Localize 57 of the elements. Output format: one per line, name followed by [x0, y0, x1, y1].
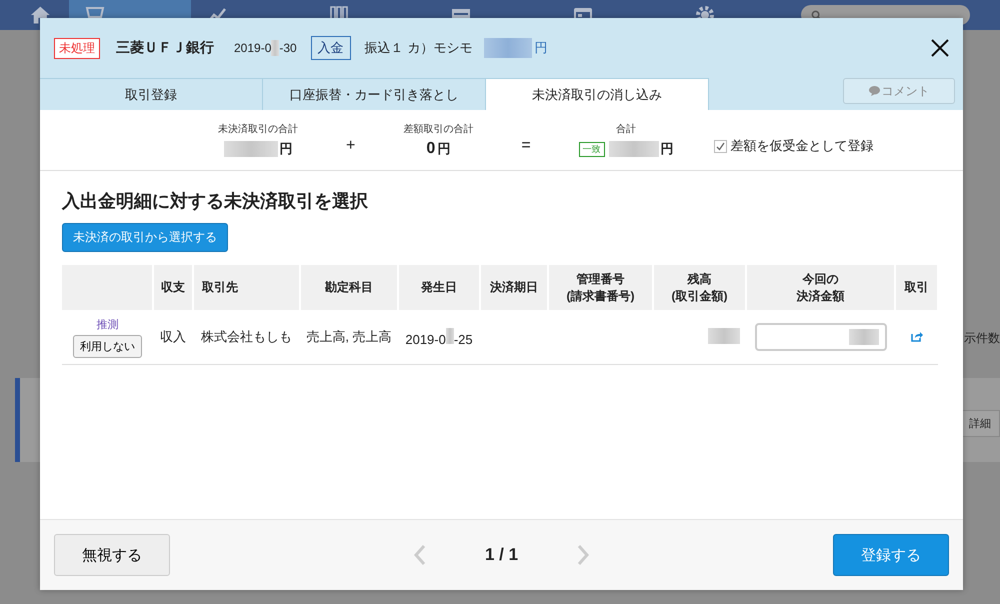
difference-value: 0 — [426, 140, 436, 158]
column-header: 取引 — [904, 279, 930, 296]
column-header: 発生日 — [420, 279, 458, 296]
date-text: -25 — [454, 332, 473, 346]
section-title: 入出金明細に対する未決済取引を選択 — [62, 190, 369, 213]
match-badge: 一致 — [578, 142, 605, 156]
dialog-tab[interactable]: 取引登録 — [40, 78, 263, 110]
dialog-tab[interactable]: 口座振替・カード引き落とし — [263, 78, 486, 110]
speech-bubble-icon — [868, 86, 880, 96]
direction-badge: 入金 — [310, 36, 351, 60]
column-header: 今回の — [802, 270, 840, 288]
date-text: -30 — [279, 41, 297, 55]
bank-name: 三菱ＵＦＪ銀行 — [116, 39, 214, 57]
dialog-tab[interactable]: 未決済取引の消し込み — [486, 78, 709, 110]
date-text: 2019-0 — [405, 332, 446, 346]
close-button[interactable] — [931, 39, 949, 57]
amount-input[interactable] — [754, 323, 886, 351]
summary-label: 差額取引の合計 — [403, 122, 474, 136]
column-header: 決済期日 — [489, 279, 539, 296]
blurred-value — [484, 38, 532, 58]
table-cell: 株式会社もしも — [193, 310, 300, 364]
blurred-value — [271, 40, 280, 56]
column-header: 決済金額 — [796, 288, 846, 304]
column-header: 収支 — [160, 279, 186, 296]
column-header: 勘定科目 — [324, 279, 374, 296]
currency-unit: 円 — [660, 140, 674, 158]
column-header: (取引金額) — [670, 288, 728, 304]
plus-sign: + — [346, 137, 356, 155]
date-text: 2019-0 — [234, 41, 272, 55]
summary-label: 合計 — [616, 122, 636, 136]
display-count-label: 示件数 — [964, 330, 1000, 347]
currency-unit: 円 — [437, 140, 450, 158]
do-not-use-button[interactable]: 利用しない — [73, 334, 142, 358]
guess-label: 推測 — [96, 318, 120, 332]
column-header: 残高 — [686, 270, 712, 288]
column-header: 管理番号 — [576, 270, 626, 288]
checkbox[interactable] — [714, 140, 727, 152]
description-text: 振込１ カ）モシモ — [364, 39, 472, 57]
blurred-value — [848, 329, 878, 345]
currency-unit: 円 — [280, 140, 292, 158]
blurred-value — [224, 141, 278, 157]
column-header: (請求書番号) — [566, 288, 636, 304]
detail-button[interactable]: 詳細 — [960, 410, 1000, 437]
summary-label: 未決済取引の合計 — [218, 122, 298, 136]
table-cell: 収入 — [153, 310, 193, 364]
blurred-value — [708, 328, 740, 344]
ignore-button[interactable]: 無視する — [54, 534, 170, 576]
table-cell: 売上高, 売上高 — [300, 310, 398, 364]
status-badge: 未処理 — [54, 38, 100, 58]
column-header: 取引先 — [202, 279, 239, 296]
page-indicator: 1 / 1 — [484, 545, 518, 565]
equals-sign: = — [521, 137, 531, 155]
checkbox-label: 差額を仮受金として登録 — [730, 137, 874, 155]
blurred-value — [608, 141, 659, 157]
share-icon[interactable] — [910, 330, 922, 342]
blurred-value — [446, 328, 454, 344]
currency-unit: 円 — [534, 39, 548, 57]
